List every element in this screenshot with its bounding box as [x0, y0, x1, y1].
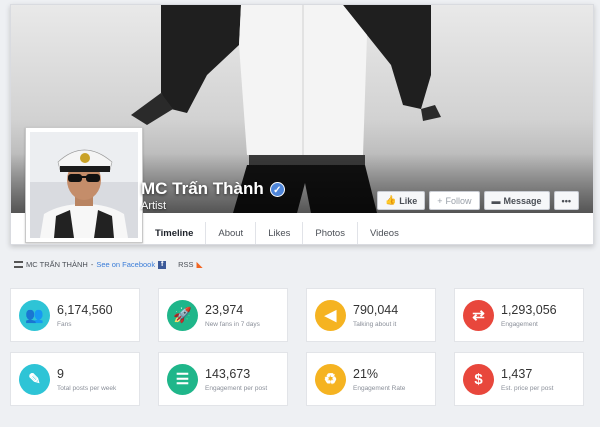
stat-card-engagement-rate: ♻ 21% Engagement Rate — [306, 352, 436, 406]
dollar-icon: $ — [463, 364, 494, 395]
stat-value: 9 — [57, 367, 64, 381]
plus-icon: + — [437, 195, 443, 206]
profile-avatar[interactable] — [25, 127, 143, 243]
tab-about[interactable]: About — [205, 222, 255, 244]
profile-tabs: Timeline About Likes Photos Videos — [143, 222, 411, 244]
stat-label: Engagement per post — [205, 385, 268, 392]
like-label: Like — [399, 195, 418, 206]
edit-icon: ✎ — [19, 364, 50, 395]
stat-label: Total posts per week — [57, 385, 117, 392]
page-name: MC Trấn Thành ✓ — [141, 179, 285, 199]
verified-check-icon: ✓ — [269, 181, 285, 197]
stat-card-posts-per-week: ✎ 9 Total posts per week — [10, 352, 140, 406]
thumbs-up-icon: 👍 — [385, 195, 397, 205]
stat-label: Est. price per post — [501, 385, 554, 392]
recycle-icon: ♻ — [315, 364, 346, 395]
page: MC Trấn Thành ✓ Artist 👍 Like + Follow ▬… — [0, 0, 600, 427]
avatar-image — [30, 132, 138, 238]
stat-card-new-fans: 🚀 23,974 New fans in 7 days — [158, 288, 288, 342]
message-icon: ▬ — [491, 195, 501, 206]
stat-label: Engagement — [501, 321, 538, 328]
cover-actions: 👍 Like + Follow ▬ Message ••• — [377, 191, 579, 210]
follow-button[interactable]: + Follow — [429, 191, 480, 210]
source-page-label: MC TRẤN THÀNH — [26, 260, 88, 269]
rocket-icon: 🚀 — [167, 300, 198, 331]
stat-card-talking-about: ◀ 790,044 Talking about it — [306, 288, 436, 342]
stat-value: 1,293,056 — [501, 303, 557, 317]
more-label: ••• — [561, 195, 571, 206]
profile-card: MC Trấn Thành ✓ Artist 👍 Like + Follow ▬… — [10, 4, 594, 245]
tab-likes[interactable]: Likes — [255, 222, 302, 244]
source-separator: - — [90, 260, 94, 269]
see-on-facebook-link[interactable]: See on Facebook — [96, 260, 155, 269]
tab-timeline[interactable]: Timeline — [143, 222, 205, 244]
stat-card-engagement: ⇄ 1,293,056 Engagement — [454, 288, 584, 342]
page-name-text: MC Trấn Thành — [141, 179, 264, 198]
stat-value: 143,673 — [205, 367, 251, 381]
stat-value: 21% — [353, 367, 379, 381]
facebook-icon[interactable]: f — [158, 260, 167, 269]
stat-label: Talking about it — [353, 321, 397, 328]
tab-photos[interactable]: Photos — [302, 222, 357, 244]
stat-value: 790,044 — [353, 303, 399, 317]
more-options-button[interactable]: ••• — [553, 191, 579, 210]
stat-label: Fans — [57, 321, 72, 328]
list-icon — [14, 261, 23, 268]
rss-link[interactable]: RSS — [178, 260, 193, 269]
tab-videos[interactable]: Videos — [356, 222, 411, 244]
message-label: Message — [503, 195, 542, 206]
stat-value: 23,974 — [205, 303, 244, 317]
stat-card-engagement-per-post: ☰ 143,673 Engagement per post — [158, 352, 288, 406]
stat-label: New fans in 7 days — [205, 321, 260, 328]
stat-card-fans: 👥 6,174,560 Fans — [10, 288, 140, 342]
sliders-icon: ☰ — [167, 364, 198, 395]
users-icon: 👥 — [19, 300, 50, 331]
stat-value: 1,437 — [501, 367, 533, 381]
stat-card-price-per-post: $ 1,437 Est. price per post — [454, 352, 584, 406]
stat-label: Engagement Rate — [353, 385, 406, 392]
follow-label: Follow — [445, 195, 472, 206]
stat-value: 6,174,560 — [57, 303, 113, 317]
like-button[interactable]: 👍 Like — [377, 191, 426, 210]
message-button[interactable]: ▬ Message — [483, 191, 550, 210]
rss-icon[interactable]: ◣ — [197, 260, 203, 269]
source-line: MC TRẤN THÀNH - See on Facebook f RSS ◣ — [14, 260, 203, 269]
megaphone-icon: ◀ — [315, 300, 346, 331]
exchange-icon: ⇄ — [463, 300, 494, 331]
page-category: Artist — [141, 200, 167, 212]
